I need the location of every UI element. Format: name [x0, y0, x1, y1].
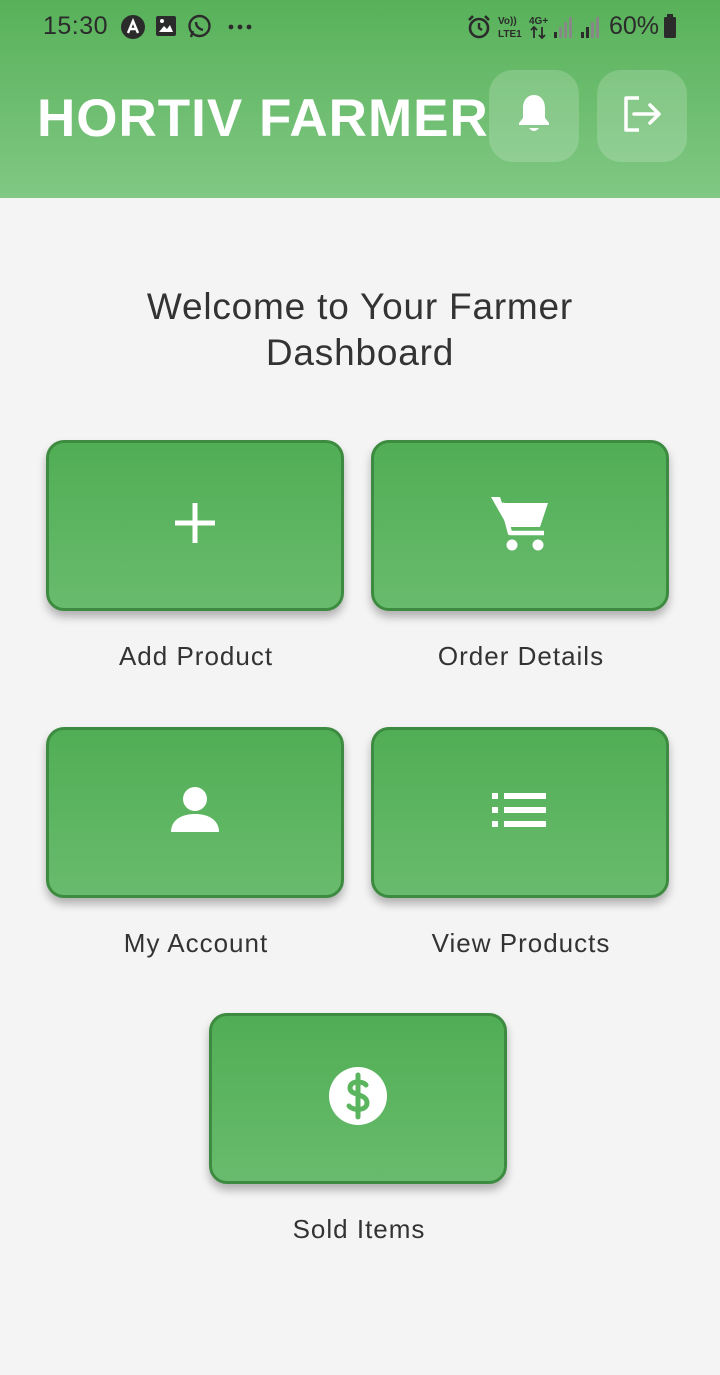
- bell-icon: [514, 92, 554, 141]
- logout-button[interactable]: [597, 70, 687, 162]
- svg-text:Vo)): Vo)): [498, 16, 517, 27]
- 4g-icon: 4G+: [528, 13, 550, 46]
- welcome-heading: Welcome to Your Farmer Dashboard: [146, 286, 574, 373]
- battery-percent: 60%: [609, 12, 660, 40]
- logout-icon: [619, 92, 665, 141]
- list-icon: [492, 791, 548, 834]
- whatsapp-icon: [187, 14, 212, 44]
- view-products-label: View Products: [431, 928, 611, 958]
- my-account-label: My Account: [123, 928, 269, 958]
- battery-icon: [663, 13, 677, 44]
- signal-icon: [553, 14, 575, 45]
- svg-text:4G+: 4G+: [529, 16, 548, 27]
- svg-text:LTE1: LTE1: [498, 29, 522, 40]
- sold-items-label: Sold Items: [292, 1214, 426, 1244]
- more-dots-icon: [226, 14, 254, 43]
- my-account-tile[interactable]: [46, 727, 344, 898]
- order-details-label: Order Details: [437, 641, 605, 671]
- dollar-circle-icon: [328, 1066, 388, 1131]
- volte-icon: Vo)) LTE1: [497, 13, 525, 46]
- alarm-icon: [466, 14, 492, 45]
- app-a-icon: [120, 14, 146, 45]
- status-time: 15:30: [43, 12, 109, 40]
- add-product-tile[interactable]: [46, 440, 344, 611]
- add-product-label: Add Product: [118, 641, 274, 671]
- order-details-tile[interactable]: [371, 440, 669, 611]
- view-products-tile[interactable]: [371, 727, 669, 898]
- cart-icon: [488, 491, 552, 560]
- signal-icon: [580, 14, 602, 45]
- status-bar: 15:30 Vo)) LTE1 4G+ 60%: [0, 0, 720, 56]
- notifications-button[interactable]: [489, 70, 579, 162]
- app-title: HORTIV FARMER: [37, 89, 489, 148]
- image-icon: [154, 14, 178, 43]
- person-icon: [169, 784, 221, 841]
- sold-items-tile[interactable]: [209, 1013, 507, 1184]
- plus-icon: [171, 499, 219, 552]
